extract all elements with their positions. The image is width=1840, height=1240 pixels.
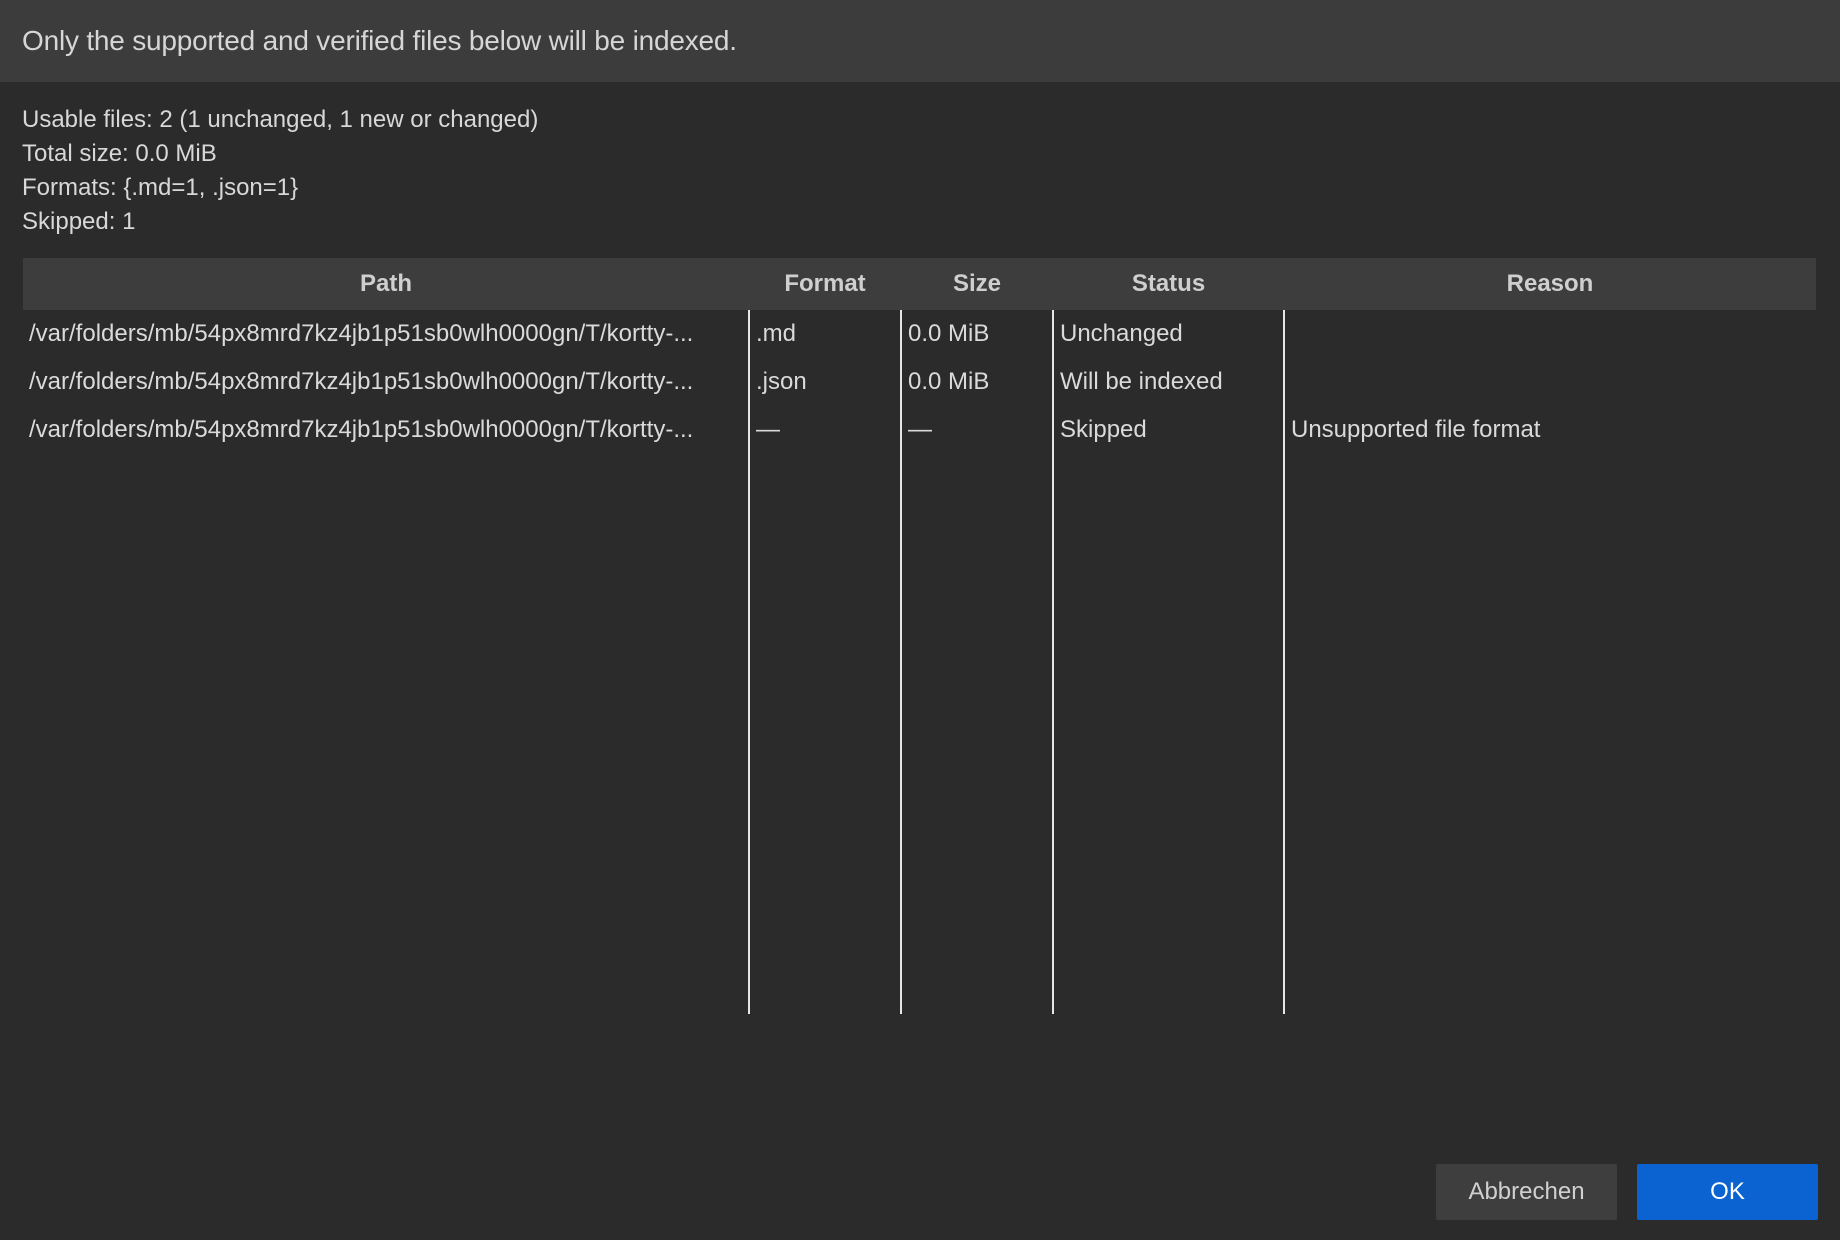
table-row[interactable]: /var/folders/mb/54px8mrd7kz4jb1p51sb0wlh… [23,310,1816,358]
column-header-status[interactable]: Status [1053,258,1284,310]
cell-status: Will be indexed [1060,368,1223,395]
column-header-format[interactable]: Format [749,258,901,310]
banner-text: Only the supported and verified files be… [22,25,737,56]
cell-size: — [908,416,932,443]
table-row[interactable]: /var/folders/mb/54px8mrd7kz4jb1p51sb0wlh… [23,358,1816,406]
files-table: Path Format Size Status Reason /var/fold… [23,258,1816,1014]
cell-size: 0.0 MiB [908,320,990,347]
summary-panel: Usable files: 2 (1 unchanged, 1 new or c… [22,103,538,239]
table-row[interactable]: /var/folders/mb/54px8mrd7kz4jb1p51sb0wlh… [23,406,1816,454]
cell-reason: Unsupported file format [1291,416,1541,443]
table-header: Path Format Size Status Reason [23,258,1816,310]
cell-format: .md [756,320,797,347]
usable-files-text: Usable files: 2 (1 unchanged, 1 new or c… [22,106,539,133]
column-header-path[interactable]: Path [23,258,749,310]
info-banner: Only the supported and verified files be… [0,0,1840,82]
cell-path: /var/folders/mb/54px8mrd7kz4jb1p51sb0wlh… [29,320,694,347]
cancel-button[interactable]: Abbrechen [1436,1164,1617,1220]
total-size-text: Total size: 0.0 MiB [22,140,217,167]
formats-text: Formats: {.md=1, .json=1} [22,174,299,201]
cell-reason [1291,358,1791,406]
cell-format: .json [756,368,807,395]
column-header-size[interactable]: Size [901,258,1053,310]
skipped-text: Skipped: 1 [22,208,136,235]
cell-path: /var/folders/mb/54px8mrd7kz4jb1p51sb0wlh… [29,416,694,443]
cell-status: Skipped [1060,416,1147,443]
cell-format: — [756,416,780,443]
column-header-reason[interactable]: Reason [1284,258,1816,310]
cell-path: /var/folders/mb/54px8mrd7kz4jb1p51sb0wlh… [29,368,694,395]
cell-size: 0.0 MiB [908,368,990,395]
ok-button[interactable]: OK [1637,1164,1818,1220]
cell-reason [1291,310,1791,358]
cell-status: Unchanged [1060,320,1183,347]
